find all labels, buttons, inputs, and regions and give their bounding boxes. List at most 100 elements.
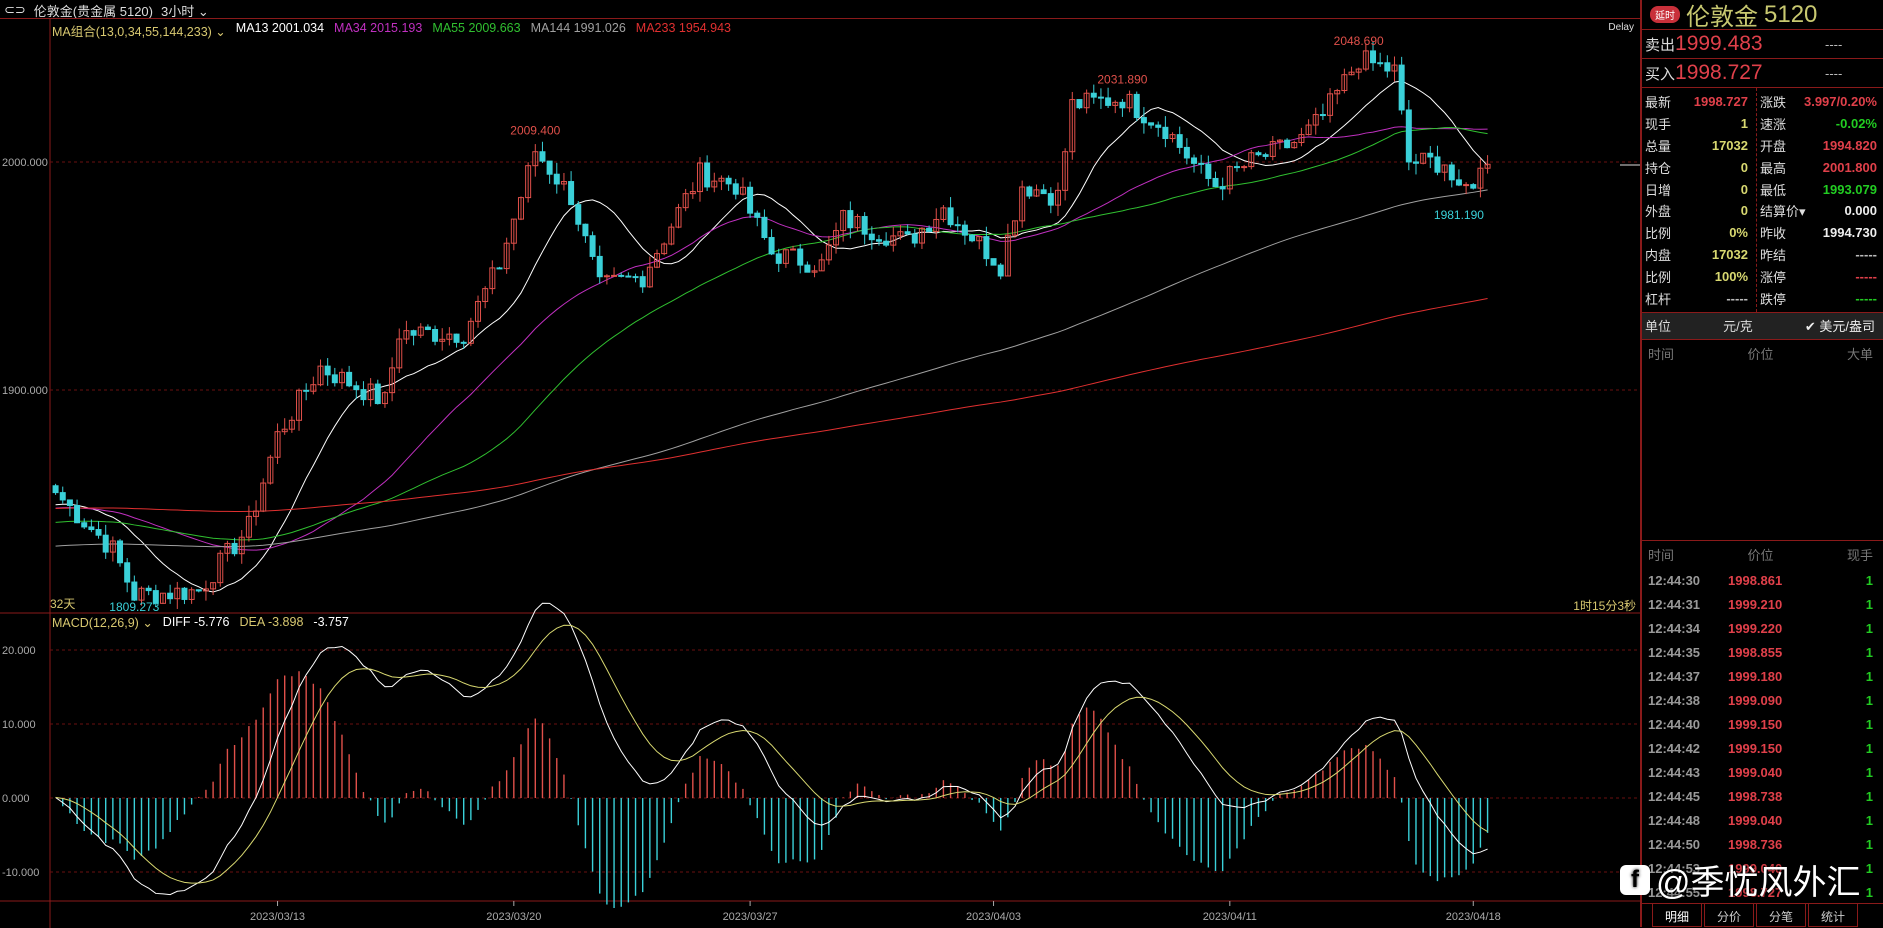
candle-down: [453, 333, 460, 343]
tick-qty: 1: [1865, 620, 1873, 636]
tab-2[interactable]: 分笔: [1756, 904, 1807, 927]
stat-label: 速涨: [1760, 117, 1787, 133]
candle-down: [732, 183, 739, 195]
stat-label: 涨停: [1760, 269, 1787, 285]
tick-row[interactable]: 12:44:50 1998.736 1: [1642, 832, 1883, 856]
ma-legend: MA组合(13,0,34,55,144,233) ⌄ MA13 2001.034…: [52, 21, 731, 40]
unit-ounce[interactable]: ✔ 美元/盎司: [1805, 316, 1875, 335]
stat-left-4: 日增 0: [1642, 178, 1756, 200]
candle-down: [66, 499, 73, 506]
candle-down: [331, 374, 338, 384]
period-selector[interactable]: 3小时 ⌄: [161, 1, 209, 20]
stat-label: 跌停: [1760, 291, 1787, 307]
price-tick-label: 1900.000: [2, 385, 48, 397]
stat-label: 日增: [1645, 182, 1672, 198]
candle-down: [568, 181, 575, 206]
candle-down: [1319, 114, 1326, 117]
candle-down: [1398, 64, 1405, 111]
candle-down: [546, 160, 553, 175]
tick-time: 12:44:30: [1648, 572, 1701, 588]
tick-row[interactable]: 12:44:34 1999.220 1: [1642, 616, 1883, 640]
tick-row[interactable]: 12:44:45 1998.738 1: [1642, 784, 1883, 808]
chart-area[interactable]: 2000.000 1900.000 20.000 10.000 0.000 -10.000…: [0, 18, 1640, 928]
macd-tick-label: 0.000: [2, 793, 30, 805]
macd-tick-label: 10.000: [2, 719, 36, 731]
tick-qty: 1: [1865, 812, 1873, 828]
tick-time: 12:44:38: [1648, 692, 1701, 708]
window-title-bar: ⊂⊃ 伦敦金(贵金属 5120) 3小时 ⌄: [0, 0, 1640, 20]
tick-row[interactable]: 12:44:37 1999.180 1: [1642, 664, 1883, 688]
tab-3[interactable]: 统计: [1808, 904, 1859, 927]
candle-down: [1148, 122, 1155, 126]
detail-tabs: 明细 分价 分笔 统计: [1642, 903, 1883, 927]
stat-label: 最新: [1645, 95, 1672, 111]
candle-down: [725, 177, 732, 185]
candle-down: [1198, 162, 1205, 165]
extreme-price-annotation: 2009.400: [510, 124, 560, 138]
ma55-value: MA55 2009.663: [432, 21, 521, 35]
candle-down: [1427, 152, 1434, 158]
stat-label: 杠杆: [1645, 291, 1672, 307]
stat-left-7: 内盘 17032: [1642, 244, 1756, 266]
candle-up: [790, 248, 797, 251]
ma144-value: MA144 1991.026: [530, 21, 626, 35]
tick-row[interactable]: 12:44:35 1998.855 1: [1642, 640, 1883, 664]
price-tick-label: 2000.000: [2, 157, 48, 169]
unit-gram[interactable]: 元/克: [1723, 316, 1753, 335]
tick-list[interactable]: 12:44:30 1998.861 1 12:44:31 1999.210 1 12:44:…: [1642, 568, 1883, 904]
candle-down: [131, 581, 138, 601]
stat-right-6: 昨收 1994.730: [1757, 222, 1883, 244]
tick-row[interactable]: 12:44:43 1999.040 1: [1642, 760, 1883, 784]
candle-down: [117, 540, 124, 564]
tick-row[interactable]: 12:44:48 1999.040 1: [1642, 808, 1883, 832]
candle-down: [195, 589, 202, 592]
delay-label: Delay: [1608, 22, 1634, 33]
candle-down: [883, 240, 890, 246]
candle-down: [74, 504, 81, 524]
stat-value: 1993.079: [1822, 181, 1877, 197]
extreme-price-annotation: 2031.890: [1097, 72, 1147, 86]
date-label: 2023/04/03: [966, 911, 1021, 923]
macd-tick-label: -10.000: [2, 867, 39, 879]
tick-row[interactable]: 12:44:30 1998.861 1: [1642, 568, 1883, 592]
kline-chart[interactable]: 2000.000 1900.000 20.000 10.000 0.000 -10.000…: [0, 19, 1640, 928]
stat-value: -0.02%: [1835, 116, 1877, 132]
candle-down: [1233, 166, 1240, 169]
tab-1[interactable]: 分价: [1704, 904, 1755, 927]
date-label: 2023/03/20: [486, 911, 541, 923]
stat-label: 昨收: [1760, 226, 1787, 242]
macd-selector[interactable]: MACD(12,26,9) ⌄: [52, 615, 153, 630]
stat-right-8: 涨停 -----: [1757, 265, 1883, 287]
tick-row[interactable]: 12:44:38 1999.090 1: [1642, 688, 1883, 712]
tick-time: 12:44:48: [1648, 812, 1701, 828]
candle-down: [1262, 154, 1269, 157]
quote-panel: 延时 伦敦金 5120 卖出 1999.483 ---- 买入 1998.727 ---…: [1640, 0, 1883, 927]
stat-label: 比例: [1645, 226, 1672, 242]
stat-value: -----: [1855, 246, 1877, 262]
delay-badge: 延时: [1650, 6, 1680, 23]
candle-down: [1212, 177, 1219, 188]
tick-price: 1998.855: [1728, 644, 1783, 660]
candle-down: [1191, 157, 1198, 164]
stat-left-3: 持仓 0: [1642, 156, 1756, 178]
ma34-value: MA34 2015.193: [334, 21, 423, 35]
ma-group-selector[interactable]: MA组合(13,0,34,55,144,233) ⌄: [52, 21, 226, 40]
tab-0[interactable]: 明细: [1652, 904, 1703, 927]
stat-value: 0.000: [1844, 203, 1877, 219]
candle-down: [961, 224, 968, 236]
candle-down: [1434, 156, 1441, 173]
tick-row[interactable]: 12:44:42 1999.150 1: [1642, 736, 1883, 760]
tick-time: 12:44:31: [1648, 596, 1701, 612]
stat-label: 开盘: [1760, 138, 1787, 154]
tick-row[interactable]: 12:44:40 1999.150 1: [1642, 712, 1883, 736]
tick-row[interactable]: 12:44:31 1999.210 1: [1642, 592, 1883, 616]
stat-label: 总量: [1645, 138, 1672, 154]
stat-label: 现手: [1645, 117, 1672, 133]
stat-right-9: 跌停 -----: [1757, 287, 1883, 309]
unit-selector[interactable]: 单位 元/克 ✔ 美元/盎司: [1642, 312, 1883, 340]
link-icon[interactable]: ⊂⊃: [4, 2, 26, 18]
tick-header: 时间 价位 现手: [1648, 548, 1873, 563]
stat-label: 最高: [1760, 160, 1787, 176]
candle-down: [761, 216, 768, 239]
candle-down: [625, 275, 632, 278]
